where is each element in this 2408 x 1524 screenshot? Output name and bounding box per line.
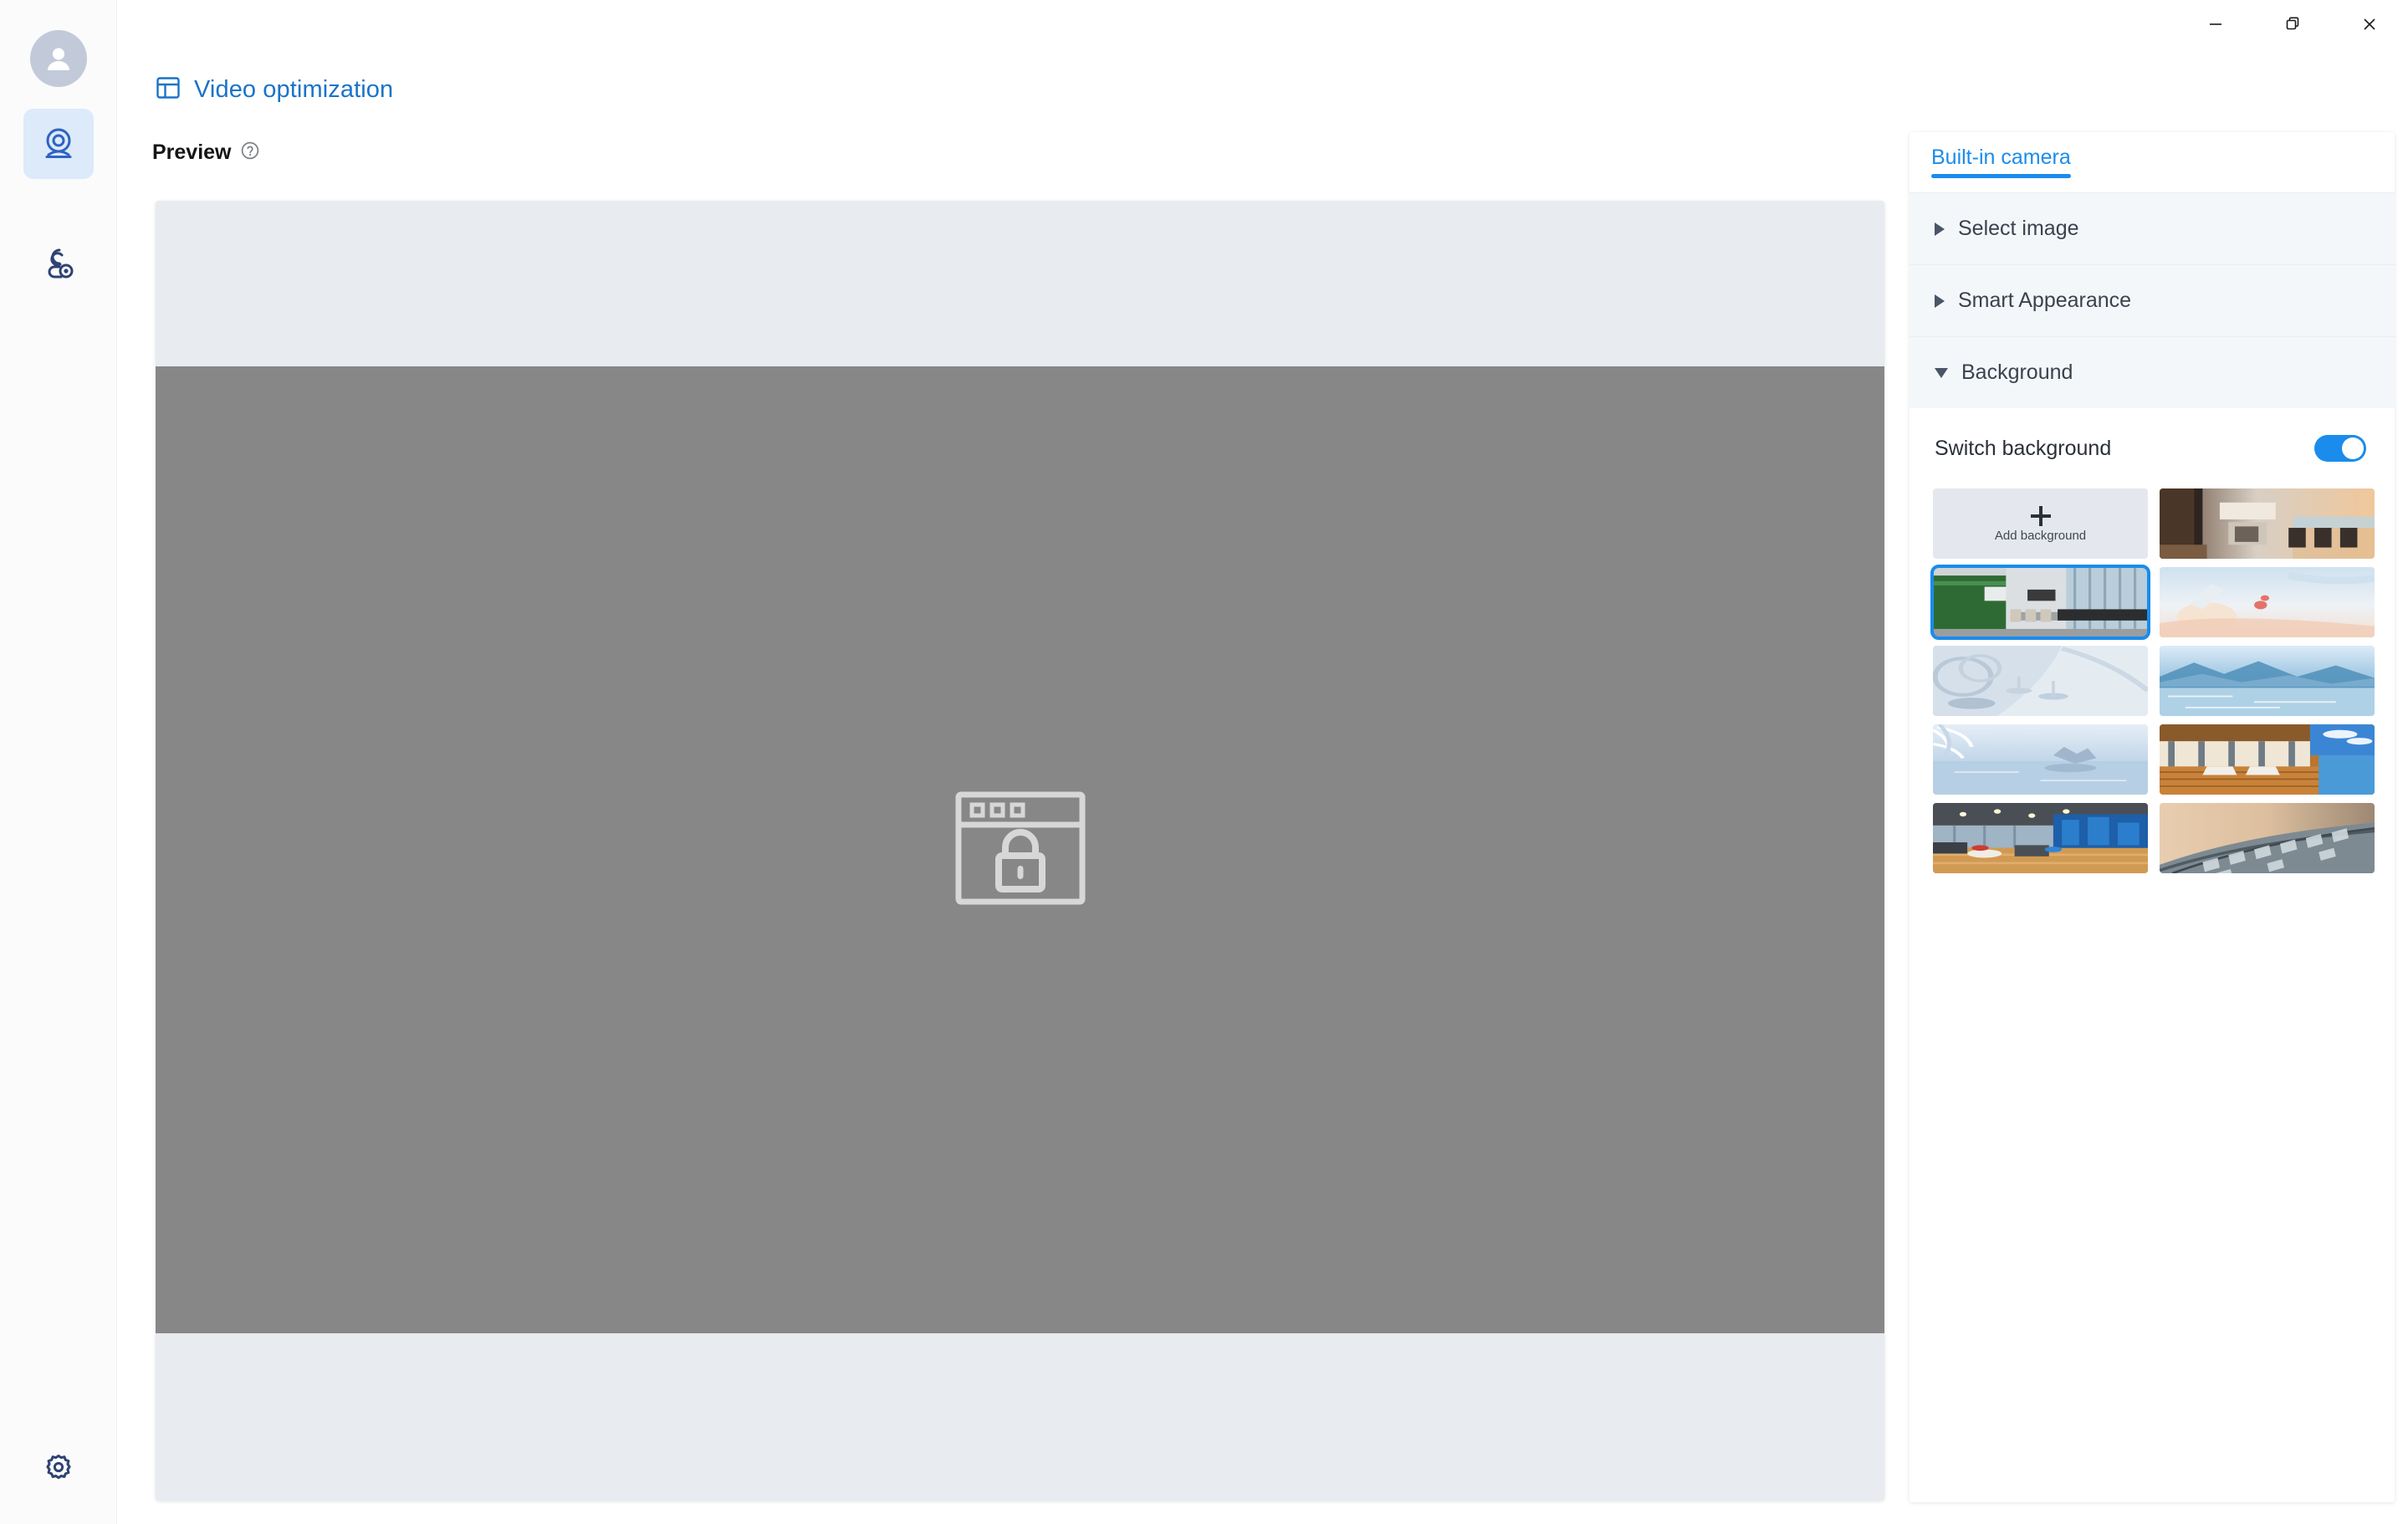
section-smart-appearance[interactable]: Smart Appearance	[1910, 264, 2395, 336]
person-icon	[47, 48, 69, 70]
restore-icon	[2283, 15, 2302, 38]
sidebar-item-camera[interactable]	[23, 109, 94, 179]
section-select-image[interactable]: Select image	[1910, 192, 2395, 264]
app-window: Video optimization Preview Built-in came…	[0, 0, 2408, 1524]
sidebar-item-people[interactable]	[23, 228, 94, 298]
section-label: Background	[1961, 361, 2073, 384]
preview-video-area	[156, 366, 1884, 1333]
switch-background-row: Switch background	[1910, 408, 2395, 488]
section-background[interactable]: Background	[1910, 336, 2395, 408]
tab-active-underline	[1931, 174, 2071, 178]
page-header: Video optimization	[156, 75, 393, 105]
panel-tabbar: Built-in camera	[1910, 132, 2395, 192]
add-background-button[interactable]: Add background	[1933, 488, 2148, 559]
sidebar	[0, 0, 117, 1524]
user-avatar[interactable]	[29, 30, 87, 87]
background-thumbnail-selected[interactable]	[1930, 565, 2150, 640]
close-icon	[2360, 15, 2379, 38]
background-thumbnail[interactable]	[2160, 567, 2375, 637]
help-circle-icon[interactable]	[240, 141, 260, 165]
switch-background-label: Switch background	[1935, 436, 2112, 460]
background-thumbnail[interactable]	[2160, 488, 2375, 559]
minimize-button[interactable]	[2177, 0, 2254, 52]
sidebar-item-settings[interactable]	[32, 1440, 85, 1494]
settings-panel: Built-in camera Select image Smart Appea…	[1910, 132, 2395, 1502]
background-thumbnail[interactable]	[1933, 646, 2148, 716]
gear-icon	[45, 1455, 71, 1480]
plus-icon	[2030, 505, 2052, 527]
person-camera-icon	[48, 248, 73, 279]
tab-built-in-camera[interactable]: Built-in camera	[1931, 132, 2071, 178]
background-thumbnail[interactable]	[2160, 803, 2375, 873]
background-thumbnail[interactable]	[2160, 646, 2375, 716]
preview-label-row: Preview	[152, 141, 260, 165]
background-thumbnail[interactable]	[1933, 724, 2148, 795]
background-thumbnail[interactable]	[1933, 803, 2148, 873]
preview-label: Preview	[152, 141, 232, 164]
chevron-down-icon	[1935, 367, 1948, 378]
background-thumbnail-grid: Add background	[1910, 488, 2395, 873]
layout-panel-icon	[156, 75, 181, 105]
section-label: Smart Appearance	[1958, 289, 2132, 312]
browser-lock-icon	[953, 790, 1087, 911]
window-controls	[2177, 0, 2408, 52]
tab-label: Built-in camera	[1931, 146, 2071, 169]
add-background-label: Add background	[1994, 528, 2087, 543]
preview-panel	[156, 201, 1884, 1501]
toggle-knob	[2342, 437, 2364, 459]
close-button[interactable]	[2331, 0, 2408, 52]
webcam-icon	[45, 128, 71, 158]
section-label: Select image	[1958, 217, 2079, 240]
minimize-icon	[2206, 15, 2225, 38]
page-title: Video optimization	[194, 76, 394, 103]
switch-background-toggle[interactable]	[2314, 435, 2366, 462]
chevron-right-icon	[1935, 222, 1945, 236]
chevron-right-icon	[1935, 294, 1945, 308]
maximize-button[interactable]	[2254, 0, 2331, 52]
background-thumbnail[interactable]	[2160, 724, 2375, 795]
